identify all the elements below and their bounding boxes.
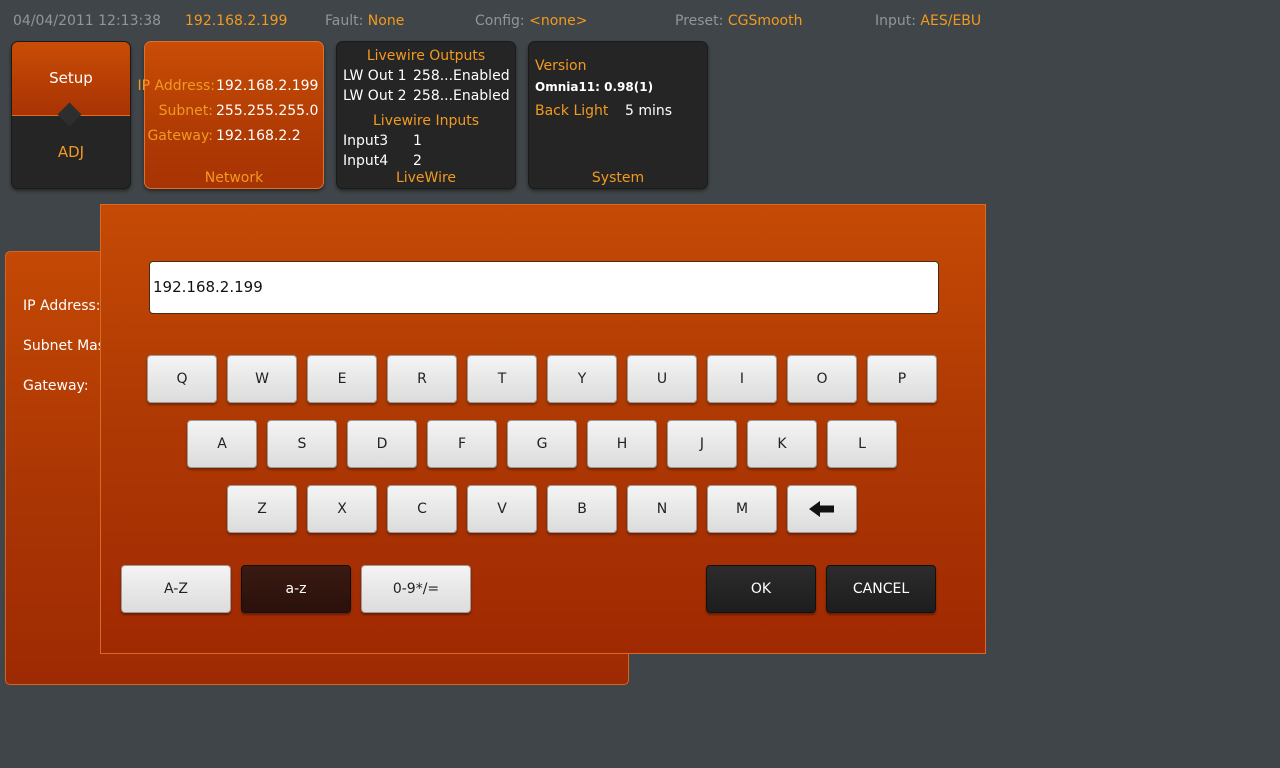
network-gateway-value: 192.168.2.2 (216, 128, 301, 144)
key-c[interactable]: C (387, 485, 457, 533)
system-panel[interactable]: Version Omnia11: 0.98(1) Back Light 5 mi… (528, 41, 708, 189)
mode-lowercase-button[interactable]: a-z (241, 565, 351, 613)
setup-adj-tile[interactable]: Setup ADJ (11, 41, 131, 189)
status-ip: 192.168.2.199 (185, 13, 288, 29)
config-value: <none> (529, 13, 588, 29)
key-d[interactable]: D (347, 420, 417, 468)
version-label: Version (535, 58, 587, 74)
input-label: Input: (875, 13, 916, 29)
lw-input-value: 2 (413, 153, 422, 169)
lw-out-state: Enabled (453, 88, 510, 104)
lw-out-channel: 258... (413, 88, 454, 104)
key-q[interactable]: Q (147, 355, 217, 403)
key-b[interactable]: B (547, 485, 617, 533)
key-v[interactable]: V (467, 485, 537, 533)
lw-input-name: Input4 (343, 153, 389, 169)
mode-uppercase-button[interactable]: A-Z (121, 565, 231, 613)
cancel-button[interactable]: CANCEL (826, 565, 936, 613)
key-h[interactable]: H (587, 420, 657, 468)
key-i[interactable]: I (707, 355, 777, 403)
keyboard-dialog: 192.168.2.199 Q W E R T Y U I O P A S D … (100, 204, 986, 654)
status-fault: Fault: None (325, 13, 404, 29)
key-l[interactable]: L (827, 420, 897, 468)
datetime: 04/04/2011 12:13:38 (13, 13, 162, 29)
network-ip-value: 192.168.2.199 (216, 78, 319, 94)
key-u[interactable]: U (627, 355, 697, 403)
key-g[interactable]: G (507, 420, 577, 468)
config-label: Config: (475, 13, 525, 29)
lw-input-name: Input3 (343, 133, 389, 149)
key-k[interactable]: K (747, 420, 817, 468)
livewire-inputs-title: Livewire Inputs (373, 113, 479, 129)
network-gateway-label: Gateway: (147, 128, 213, 144)
key-m[interactable]: M (707, 485, 777, 533)
key-f[interactable]: F (427, 420, 497, 468)
lw-out-name: LW Out 1 (343, 68, 407, 84)
input-value: AES/EBU (920, 13, 982, 29)
preset-value: CGSmooth (727, 13, 803, 29)
key-z[interactable]: Z (227, 485, 297, 533)
key-y[interactable]: Y (547, 355, 617, 403)
network-title: Network (204, 170, 264, 186)
network-subnet-value: 255.255.255.0 (216, 103, 319, 119)
left-arrow-icon (809, 501, 834, 517)
version-value: Omnia11: 0.98(1) (535, 80, 654, 94)
setup-label: Setup (49, 69, 93, 87)
status-config: Config: <none> (475, 13, 587, 29)
lw-input-value: 1 (413, 133, 422, 149)
status-input: Input: AES/EBU (875, 13, 981, 29)
backlight-value: 5 mins (625, 103, 673, 119)
status-preset: Preset: CGSmooth (675, 13, 802, 29)
network-ip-label: IP Address: (137, 78, 216, 94)
fault-label: Fault: (325, 13, 364, 29)
key-t[interactable]: T (467, 355, 537, 403)
key-x[interactable]: X (307, 485, 377, 533)
key-j[interactable]: J (667, 420, 737, 468)
system-title: System (591, 170, 645, 186)
adj-button[interactable]: ADJ (12, 143, 130, 161)
preset-label: Preset: (675, 13, 724, 29)
network-panel[interactable]: IP Address: 192.168.2.199 Subnet: 255.25… (138, 41, 324, 189)
key-r[interactable]: R (387, 355, 457, 403)
text-entry-field[interactable]: 192.168.2.199 (149, 261, 939, 314)
network-subnet-label: Subnet: (158, 103, 213, 119)
ok-button[interactable]: OK (706, 565, 816, 613)
bg-ip-label: IP Address: (23, 298, 101, 314)
fault-value: None (367, 13, 405, 29)
key-p[interactable]: P (867, 355, 937, 403)
key-w[interactable]: W (227, 355, 297, 403)
lw-out-channel: 258... (413, 68, 454, 84)
bg-gateway-label: Gateway: (23, 378, 89, 394)
livewire-title: LiveWire (395, 170, 457, 186)
mode-symbols-button[interactable]: 0-9*/= (361, 565, 471, 613)
livewire-outputs-title: Livewire Outputs (366, 48, 486, 64)
key-e[interactable]: E (307, 355, 377, 403)
key-n[interactable]: N (627, 485, 697, 533)
key-a[interactable]: A (187, 420, 257, 468)
key-o[interactable]: O (787, 355, 857, 403)
backspace-button[interactable] (787, 485, 857, 533)
key-s[interactable]: S (267, 420, 337, 468)
lw-out-state: Enabled (453, 68, 510, 84)
lw-out-name: LW Out 2 (343, 88, 407, 104)
livewire-panel[interactable]: Livewire Outputs LW Out 1 258... Enabled… (336, 41, 516, 189)
backlight-label: Back Light (535, 103, 609, 119)
